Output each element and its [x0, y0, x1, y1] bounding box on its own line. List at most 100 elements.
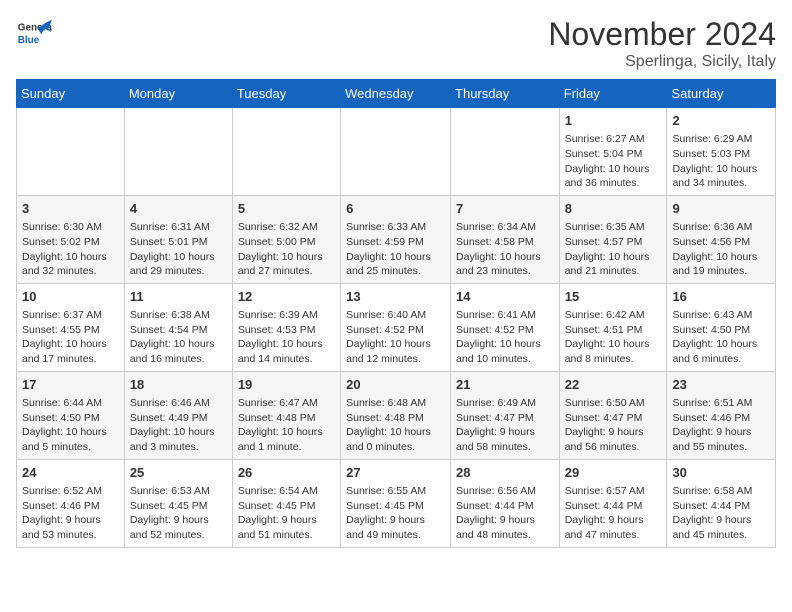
calendar-day: 3 Sunrise: 6:30 AM Sunset: 5:02 PM Daylig… — [17, 195, 125, 283]
day-details: Sunrise: 6:50 AM Sunset: 4:47 PM Dayligh… — [565, 396, 662, 455]
calendar-body: 1 Sunrise: 6:27 AM Sunset: 5:04 PM Daylig… — [17, 108, 776, 548]
day-details: Sunrise: 6:55 AM Sunset: 4:45 PM Dayligh… — [346, 484, 445, 543]
day-number: 14 — [456, 288, 554, 306]
day-number: 23 — [672, 376, 770, 394]
calendar-day: 14 Sunrise: 6:41 AM Sunset: 4:52 PM Dayli… — [451, 283, 560, 371]
day-number: 17 — [22, 376, 119, 394]
day-details: Sunrise: 6:39 AM Sunset: 4:53 PM Dayligh… — [238, 308, 335, 367]
day-details: Sunrise: 6:44 AM Sunset: 4:50 PM Dayligh… — [22, 396, 119, 455]
day-number: 16 — [672, 288, 770, 306]
day-number: 5 — [238, 200, 335, 218]
day-details: Sunrise: 6:31 AM Sunset: 5:01 PM Dayligh… — [130, 220, 227, 279]
calendar-day: 8 Sunrise: 6:35 AM Sunset: 4:57 PM Daylig… — [559, 195, 667, 283]
calendar-day: 29 Sunrise: 6:57 AM Sunset: 4:44 PM Dayli… — [559, 459, 667, 547]
day-number: 13 — [346, 288, 445, 306]
day-details: Sunrise: 6:33 AM Sunset: 4:59 PM Dayligh… — [346, 220, 445, 279]
day-details: Sunrise: 6:54 AM Sunset: 4:45 PM Dayligh… — [238, 484, 335, 543]
calendar-week-3: 10 Sunrise: 6:37 AM Sunset: 4:55 PM Dayli… — [17, 283, 776, 371]
day-number: 19 — [238, 376, 335, 394]
day-number: 25 — [130, 464, 227, 482]
calendar-day: 13 Sunrise: 6:40 AM Sunset: 4:52 PM Dayli… — [341, 283, 451, 371]
day-details: Sunrise: 6:40 AM Sunset: 4:52 PM Dayligh… — [346, 308, 445, 367]
calendar-day: 9Sunrise: 6:36 AM Sunset: 4:56 PM Daylig… — [667, 195, 776, 283]
calendar-day — [451, 108, 560, 196]
day-details: Sunrise: 6:48 AM Sunset: 4:48 PM Dayligh… — [346, 396, 445, 455]
day-details: Sunrise: 6:42 AM Sunset: 4:51 PM Dayligh… — [565, 308, 662, 367]
day-details: Sunrise: 6:37 AM Sunset: 4:55 PM Dayligh… — [22, 308, 119, 367]
day-details: Sunrise: 6:36 AM Sunset: 4:56 PM Dayligh… — [672, 220, 770, 279]
day-number: 29 — [565, 464, 662, 482]
calendar-day: 1 Sunrise: 6:27 AM Sunset: 5:04 PM Daylig… — [559, 108, 667, 196]
calendar-day: 5 Sunrise: 6:32 AM Sunset: 5:00 PM Daylig… — [232, 195, 340, 283]
calendar-day: 28Sunrise: 6:56 AM Sunset: 4:44 PM Dayli… — [451, 459, 560, 547]
calendar-day: 21 Sunrise: 6:49 AM Sunset: 4:47 PM Dayli… — [451, 371, 560, 459]
title-area: November 2024 Sperlinga, Sicily, Italy — [548, 16, 776, 71]
calendar-day: 12 Sunrise: 6:39 AM Sunset: 4:53 PM Dayli… — [232, 283, 340, 371]
day-number: 27 — [346, 464, 445, 482]
day-details: Sunrise: 6:27 AM Sunset: 5:04 PM Dayligh… — [565, 132, 662, 191]
calendar-day: 18 Sunrise: 6:46 AM Sunset: 4:49 PM Dayli… — [124, 371, 232, 459]
day-number: 1 — [565, 112, 662, 130]
calendar-week-2: 3 Sunrise: 6:30 AM Sunset: 5:02 PM Daylig… — [17, 195, 776, 283]
logo-icon: General Blue — [16, 16, 52, 52]
day-details: Sunrise: 6:46 AM Sunset: 4:49 PM Dayligh… — [130, 396, 227, 455]
calendar-table: Sunday Monday Tuesday Wednesday Thursday… — [16, 79, 776, 548]
calendar-header: Sunday Monday Tuesday Wednesday Thursday… — [17, 80, 776, 108]
calendar-week-1: 1 Sunrise: 6:27 AM Sunset: 5:04 PM Daylig… — [17, 108, 776, 196]
svg-text:Blue: Blue — [18, 35, 40, 46]
calendar-day: 23 Sunrise: 6:51 AM Sunset: 4:46 PM Dayli… — [667, 371, 776, 459]
calendar-day: 16 Sunrise: 6:43 AM Sunset: 4:50 PM Dayli… — [667, 283, 776, 371]
day-number: 20 — [346, 376, 445, 394]
day-number: 11 — [130, 288, 227, 306]
day-details: Sunrise: 6:57 AM Sunset: 4:44 PM Dayligh… — [565, 484, 662, 543]
calendar-week-4: 17 Sunrise: 6:44 AM Sunset: 4:50 PM Dayli… — [17, 371, 776, 459]
day-number: 10 — [22, 288, 119, 306]
calendar-day: 7Sunrise: 6:34 AM Sunset: 4:58 PM Daylig… — [451, 195, 560, 283]
day-number: 26 — [238, 464, 335, 482]
day-details: Sunrise: 6:35 AM Sunset: 4:57 PM Dayligh… — [565, 220, 662, 279]
day-number: 21 — [456, 376, 554, 394]
day-details: Sunrise: 6:30 AM Sunset: 5:02 PM Dayligh… — [22, 220, 119, 279]
col-friday: Friday — [559, 80, 667, 108]
calendar-day: 30Sunrise: 6:58 AM Sunset: 4:44 PM Dayli… — [667, 459, 776, 547]
calendar-day — [232, 108, 340, 196]
day-number: 2 — [672, 112, 770, 130]
calendar-day: 19 Sunrise: 6:47 AM Sunset: 4:48 PM Dayli… — [232, 371, 340, 459]
calendar-day: 26 Sunrise: 6:54 AM Sunset: 4:45 PM Dayli… — [232, 459, 340, 547]
calendar-day: 20 Sunrise: 6:48 AM Sunset: 4:48 PM Dayli… — [341, 371, 451, 459]
calendar-day: 4 Sunrise: 6:31 AM Sunset: 5:01 PM Daylig… — [124, 195, 232, 283]
day-number: 12 — [238, 288, 335, 306]
day-details: Sunrise: 6:38 AM Sunset: 4:54 PM Dayligh… — [130, 308, 227, 367]
day-number: 24 — [22, 464, 119, 482]
day-details: Sunrise: 6:53 AM Sunset: 4:45 PM Dayligh… — [130, 484, 227, 543]
day-details: Sunrise: 6:32 AM Sunset: 5:00 PM Dayligh… — [238, 220, 335, 279]
day-number: 18 — [130, 376, 227, 394]
calendar-day: 15 Sunrise: 6:42 AM Sunset: 4:51 PM Dayli… — [559, 283, 667, 371]
header: General Blue November 2024 Sperlinga, Si… — [16, 16, 776, 71]
day-details: Sunrise: 6:52 AM Sunset: 4:46 PM Dayligh… — [22, 484, 119, 543]
day-details: Sunrise: 6:49 AM Sunset: 4:47 PM Dayligh… — [456, 396, 554, 455]
col-wednesday: Wednesday — [341, 80, 451, 108]
calendar-day: 27 Sunrise: 6:55 AM Sunset: 4:45 PM Dayli… — [341, 459, 451, 547]
month-title: November 2024 — [548, 16, 776, 53]
calendar-day: 24 Sunrise: 6:52 AM Sunset: 4:46 PM Dayli… — [17, 459, 125, 547]
logo: General Blue — [16, 16, 52, 52]
day-details: Sunrise: 6:51 AM Sunset: 4:46 PM Dayligh… — [672, 396, 770, 455]
day-number: 4 — [130, 200, 227, 218]
calendar-week-5: 24 Sunrise: 6:52 AM Sunset: 4:46 PM Dayli… — [17, 459, 776, 547]
day-details: Sunrise: 6:47 AM Sunset: 4:48 PM Dayligh… — [238, 396, 335, 455]
day-details: Sunrise: 6:41 AM Sunset: 4:52 PM Dayligh… — [456, 308, 554, 367]
day-number: 7 — [456, 200, 554, 218]
calendar-day: 22Sunrise: 6:50 AM Sunset: 4:47 PM Dayli… — [559, 371, 667, 459]
calendar-day: 11 Sunrise: 6:38 AM Sunset: 4:54 PM Dayli… — [124, 283, 232, 371]
day-details: Sunrise: 6:43 AM Sunset: 4:50 PM Dayligh… — [672, 308, 770, 367]
day-details: Sunrise: 6:29 AM Sunset: 5:03 PM Dayligh… — [672, 132, 770, 191]
day-number: 3 — [22, 200, 119, 218]
day-details: Sunrise: 6:58 AM Sunset: 4:44 PM Dayligh… — [672, 484, 770, 543]
day-number: 8 — [565, 200, 662, 218]
col-saturday: Saturday — [667, 80, 776, 108]
calendar-day: 25 Sunrise: 6:53 AM Sunset: 4:45 PM Dayli… — [124, 459, 232, 547]
calendar-day: 6Sunrise: 6:33 AM Sunset: 4:59 PM Daylig… — [341, 195, 451, 283]
location-title: Sperlinga, Sicily, Italy — [548, 53, 776, 71]
day-number: 15 — [565, 288, 662, 306]
